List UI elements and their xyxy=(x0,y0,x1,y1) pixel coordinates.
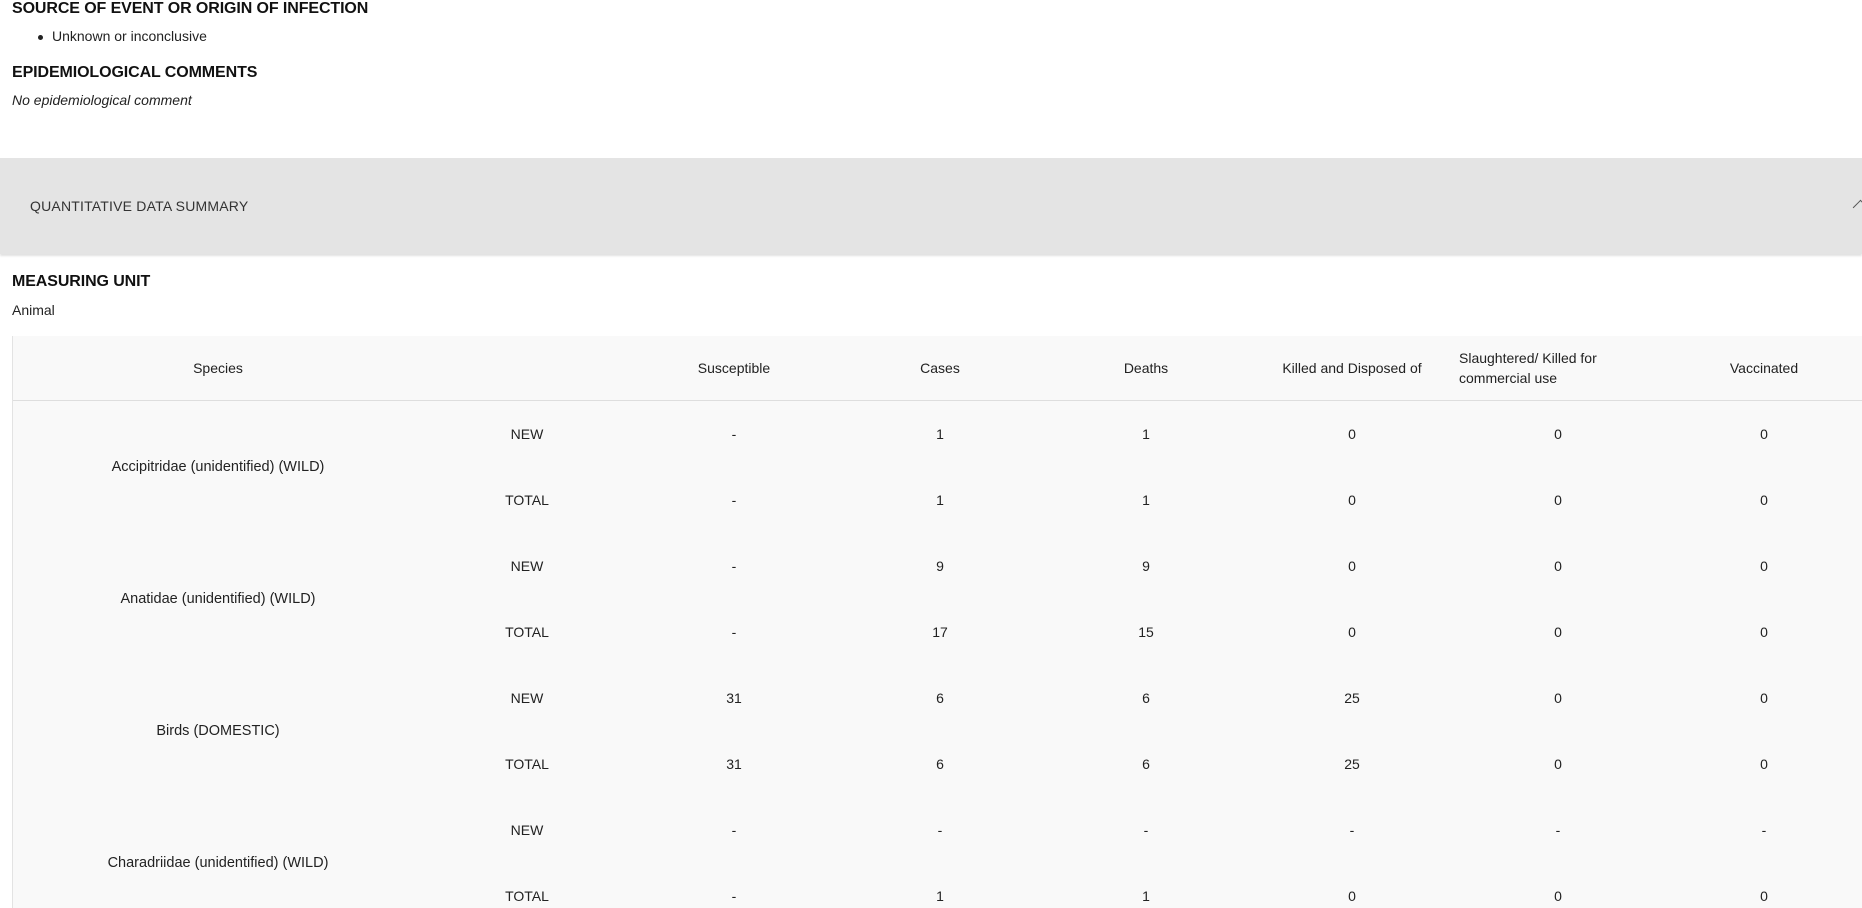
row-type-cell: NEW xyxy=(510,822,544,838)
column-header-deaths: Deaths xyxy=(1043,336,1249,401)
cases-cell: 6 xyxy=(936,690,944,706)
deaths-cell: 15 xyxy=(1138,624,1154,640)
vaccinated-cell: 0 xyxy=(1760,558,1768,574)
column-header-killed-disposed: Killed and Disposed of xyxy=(1249,336,1455,401)
susceptible-cell: - xyxy=(731,624,737,640)
susceptible-cell: 31 xyxy=(726,690,742,706)
table-row: Birds (DOMESTIC) NEW 31 6 6 25 0 0 xyxy=(13,665,1862,739)
row-type-cell: TOTAL xyxy=(505,624,549,640)
row-type-cell: TOTAL xyxy=(505,492,549,508)
slaughtered-cell: 0 xyxy=(1554,558,1562,574)
species-cell: Anatidae (unidentified) (WILD) xyxy=(120,591,316,607)
susceptible-cell: - xyxy=(731,558,737,574)
cases-cell: 6 xyxy=(936,756,944,772)
killed-disposed-cell: 25 xyxy=(1344,690,1360,706)
column-header-susceptible: Susceptible xyxy=(631,336,837,401)
vaccinated-cell: 0 xyxy=(1760,756,1768,772)
cases-cell: - xyxy=(937,822,943,838)
vaccinated-cell: 0 xyxy=(1760,888,1768,904)
table-row: Charadriidae (unidentified) (WILD) NEW -… xyxy=(13,797,1862,871)
row-type-cell: NEW xyxy=(510,558,544,574)
deaths-cell: 6 xyxy=(1142,690,1150,706)
source-of-event-heading: SOURCE OF EVENT OR ORIGIN OF INFECTION xyxy=(12,0,369,17)
susceptible-cell: 31 xyxy=(726,756,742,772)
measuring-unit-heading: MEASURING UNIT xyxy=(12,273,151,290)
cases-cell: 1 xyxy=(936,426,944,442)
killed-disposed-cell: 25 xyxy=(1344,756,1360,772)
column-header-vaccinated: Vaccinated xyxy=(1661,336,1862,401)
quantitative-data-table-container: Species Susceptible Cases Deaths Killed … xyxy=(12,336,1862,908)
table-row: Accipitridae (unidentified) (WILD) NEW -… xyxy=(13,401,1862,475)
source-of-event-list: Unknown or inconclusive xyxy=(38,28,207,44)
table-header-row: Species Susceptible Cases Deaths Killed … xyxy=(13,336,1862,401)
susceptible-cell: - xyxy=(731,888,737,904)
cases-cell: 17 xyxy=(932,624,948,640)
species-cell: Charadriidae (unidentified) (WILD) xyxy=(107,855,329,871)
killed-disposed-cell: 0 xyxy=(1348,888,1356,904)
vaccinated-cell: 0 xyxy=(1760,492,1768,508)
slaughtered-cell: - xyxy=(1555,822,1561,838)
cases-cell: 1 xyxy=(936,492,944,508)
column-header-slaughtered: Slaughtered/ Killed for commercial use xyxy=(1455,336,1661,401)
vaccinated-cell: 0 xyxy=(1760,624,1768,640)
quantitative-data-summary-panel-header[interactable]: QUANTITATIVE DATA SUMMARY xyxy=(0,158,1862,254)
deaths-cell: - xyxy=(1143,822,1149,838)
deaths-cell: 9 xyxy=(1142,558,1150,574)
column-header-cases: Cases xyxy=(837,336,1043,401)
cases-cell: 9 xyxy=(936,558,944,574)
column-header-species: Species xyxy=(13,336,423,401)
killed-disposed-cell: 0 xyxy=(1348,426,1356,442)
row-type-cell: TOTAL xyxy=(505,756,549,772)
cases-cell: 1 xyxy=(936,888,944,904)
table-row: Anatidae (unidentified) (WILD) NEW - 9 9… xyxy=(13,533,1862,607)
deaths-cell: 1 xyxy=(1142,492,1150,508)
deaths-cell: 1 xyxy=(1142,888,1150,904)
killed-disposed-cell: 0 xyxy=(1348,492,1356,508)
column-header-type xyxy=(423,336,631,401)
measuring-unit-value: Animal xyxy=(12,302,55,318)
species-cell: Birds (DOMESTIC) xyxy=(156,723,280,739)
panel-title: QUANTITATIVE DATA SUMMARY xyxy=(30,198,249,214)
row-type-cell: NEW xyxy=(510,690,544,706)
epidemiological-comments-heading: EPIDEMIOLOGICAL COMMENTS xyxy=(12,64,258,81)
vaccinated-cell: - xyxy=(1761,822,1767,838)
vaccinated-cell: 0 xyxy=(1760,690,1768,706)
susceptible-cell: - xyxy=(731,492,737,508)
vaccinated-cell: 0 xyxy=(1760,426,1768,442)
row-type-cell: TOTAL xyxy=(505,888,549,904)
chevron-up-icon[interactable] xyxy=(1852,199,1862,216)
slaughtered-cell: 0 xyxy=(1554,492,1562,508)
susceptible-cell: - xyxy=(731,822,737,838)
deaths-cell: 1 xyxy=(1142,426,1150,442)
row-type-cell: NEW xyxy=(510,426,544,442)
slaughtered-cell: 0 xyxy=(1554,888,1562,904)
susceptible-cell: - xyxy=(731,426,737,442)
slaughtered-cell: 0 xyxy=(1554,756,1562,772)
epidemiological-comment-text: No epidemiological comment xyxy=(12,92,192,108)
list-item: Unknown or inconclusive xyxy=(38,28,207,44)
deaths-cell: 6 xyxy=(1142,756,1150,772)
slaughtered-cell: 0 xyxy=(1554,624,1562,640)
killed-disposed-cell: - xyxy=(1349,822,1355,838)
quantitative-data-table: Species Susceptible Cases Deaths Killed … xyxy=(13,336,1862,908)
slaughtered-cell: 0 xyxy=(1554,690,1562,706)
slaughtered-cell: 0 xyxy=(1554,426,1562,442)
killed-disposed-cell: 0 xyxy=(1348,558,1356,574)
species-cell: Accipitridae (unidentified) (WILD) xyxy=(111,459,325,475)
killed-disposed-cell: 0 xyxy=(1348,624,1356,640)
